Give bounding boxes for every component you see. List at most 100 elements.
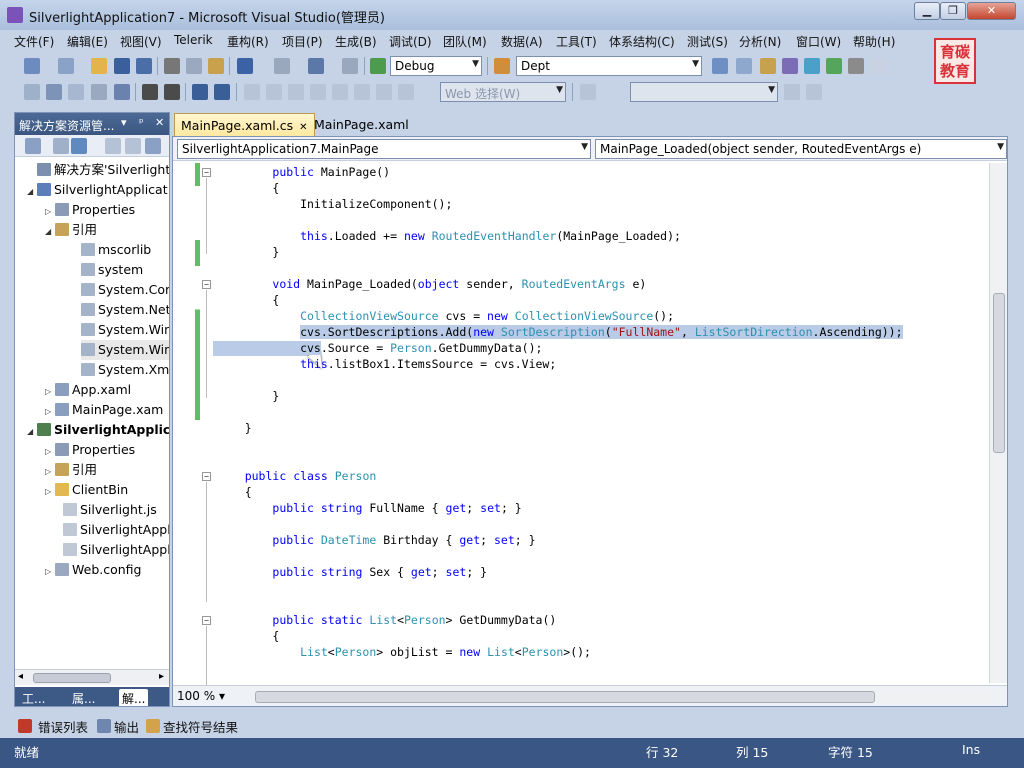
code-line[interactable]: List<Person> objList = new List<Person>(… — [217, 644, 591, 660]
member-combo[interactable]: MainPage_Loaded(object sender, RoutedEve… — [595, 139, 1007, 159]
tree-node-html-file[interactable]: SilverlightAppl — [63, 540, 169, 560]
code-line[interactable]: public MainPage() — [217, 164, 390, 180]
menu-file[interactable]: 文件(F) — [14, 33, 54, 50]
code-line[interactable]: public string Sex { get; set; } — [217, 564, 487, 580]
code-line[interactable]: public class Person — [217, 468, 377, 484]
code-line[interactable]: { — [217, 292, 279, 308]
tab-solution-explorer[interactable]: 解... — [119, 689, 149, 706]
prev-bookmark-icon[interactable] — [266, 84, 282, 100]
find-in-files-icon[interactable] — [494, 58, 510, 74]
close-panel-icon[interactable]: ✕ — [155, 116, 164, 129]
code-line[interactable]: public string FullName { get; set; } — [217, 500, 521, 516]
menu-telerik[interactable]: Telerik — [174, 33, 213, 47]
minimize-button[interactable]: ▁ — [914, 2, 940, 20]
new-project-icon[interactable] — [24, 58, 40, 74]
menu-refactor[interactable]: 重构(R) — [227, 33, 269, 50]
menu-data[interactable]: 数据(A) — [501, 33, 543, 50]
editor-vscrollbar[interactable] — [989, 163, 1007, 683]
save-icon[interactable] — [114, 58, 130, 74]
menu-help[interactable]: 帮助(H) — [853, 33, 895, 50]
tree-node-ref[interactable]: mscorlib — [81, 240, 151, 260]
code-line[interactable]: public DateTime Birthday { get; set; } — [217, 532, 535, 548]
code-line[interactable]: cvs.SortDescriptions.Add(new SortDescrip… — [217, 324, 903, 340]
scroll-thumb[interactable] — [33, 673, 111, 683]
paste-icon[interactable] — [208, 58, 224, 74]
menu-view[interactable]: 视图(V) — [120, 33, 162, 50]
menu-architecture[interactable]: 体系结构(C) — [609, 33, 675, 50]
solution-configuration-combo[interactable]: Debug ▼ — [390, 56, 482, 76]
tab-properties[interactable]: 属... — [69, 689, 98, 706]
tree-node-properties[interactable]: ▷ Properties — [45, 200, 135, 220]
menu-analyze[interactable]: 分析(N) — [739, 33, 781, 50]
tree-node-project[interactable]: ◢ SilverlightApplicat — [27, 180, 168, 200]
undo-icon[interactable] — [237, 58, 253, 74]
tab-toolbox[interactable]: 工... — [19, 689, 48, 706]
tree-node-solution[interactable]: 解决方案'SilverlightAp — [27, 160, 169, 180]
tree-node-ref[interactable]: System.Win — [81, 340, 169, 360]
code-line[interactable]: { — [217, 180, 279, 196]
prev-bookmark-doc-icon[interactable] — [354, 84, 370, 100]
code-area[interactable]: − − − − public MainPage() { InitializeCo… — [173, 163, 989, 686]
type-combo[interactable]: SilverlightApplication7.MainPage ▼ — [177, 139, 591, 159]
menu-project[interactable]: 项目(P) — [282, 33, 323, 50]
toolbox-icon[interactable] — [782, 58, 798, 74]
menu-edit[interactable]: 编辑(E) — [67, 33, 108, 50]
solution-hscrollbar[interactable]: ◂ ▸ — [15, 669, 169, 685]
menu-test[interactable]: 测试(S) — [687, 33, 728, 50]
code-line[interactable]: { — [217, 484, 252, 500]
web-selection-combo[interactable]: Web 选择(W) ▼ — [440, 82, 566, 102]
menu-tools[interactable]: 工具(T) — [556, 33, 597, 50]
decrease-indent-icon[interactable] — [142, 84, 158, 100]
code-line[interactable]: public static List<Person> GetDummyData(… — [217, 612, 556, 628]
clear-bookmarks-icon[interactable] — [398, 84, 414, 100]
menu-build[interactable]: 生成(B) — [335, 33, 377, 50]
menu-team[interactable]: 团队(M) — [443, 33, 487, 50]
copy-icon[interactable] — [186, 58, 202, 74]
view-class-diagram-icon[interactable] — [145, 138, 161, 154]
code-line[interactable]: } — [217, 388, 279, 404]
tree-node-web-config[interactable]: ▷ Web.config — [45, 560, 141, 580]
next-bookmark-folder-icon[interactable] — [332, 84, 348, 100]
tree-node-references[interactable]: ▷ 引用 — [45, 460, 97, 480]
increase-indent-icon[interactable] — [164, 84, 180, 100]
object-browser-icon[interactable] — [760, 58, 776, 74]
solution-explorer-icon[interactable] — [712, 58, 728, 74]
close-window-button[interactable]: ✕ — [967, 2, 1016, 20]
collapse-icon[interactable]: − — [202, 280, 211, 289]
tree-node-clientbin[interactable]: ▷ ClientBin — [45, 480, 128, 500]
maximize-button[interactable]: ❐ — [940, 2, 966, 20]
tree-node-web-project[interactable]: ◢ SilverlightApplic — [27, 420, 169, 440]
code-line[interactable]: CollectionViewSource cvs = new Collectio… — [217, 308, 674, 324]
tree-node-ref[interactable]: System.Net — [81, 300, 169, 320]
save-all-icon[interactable] — [136, 58, 152, 74]
add-item-icon[interactable] — [58, 58, 74, 74]
show-all-files-icon[interactable] — [53, 138, 69, 154]
view-designer-icon[interactable] — [125, 138, 141, 154]
format-icon[interactable] — [68, 84, 84, 100]
class-view-icon[interactable] — [24, 84, 40, 100]
menu-window[interactable]: 窗口(W) — [796, 33, 841, 50]
code-line[interactable]: void MainPage_Loaded(object sender, Rout… — [217, 276, 646, 292]
redo-icon[interactable] — [274, 58, 290, 74]
start-debugging-icon[interactable] — [370, 58, 386, 74]
tab-mainpage-xaml[interactable]: MainPage.xaml — [308, 113, 415, 136]
tab-mainpage-xaml-cs[interactable]: MainPage.xaml.cs ✕ — [174, 113, 315, 136]
bookmark-icon[interactable] — [244, 84, 260, 100]
zoom-combo[interactable]: 100 % ▾ — [177, 689, 225, 703]
collapse-icon[interactable]: − — [202, 472, 211, 481]
menu-debug[interactable]: 调试(D) — [389, 33, 432, 50]
tree-node-ref[interactable]: System.Xm — [81, 360, 169, 380]
collapse-icon[interactable]: − — [202, 616, 211, 625]
tree-node-mainpage-xaml[interactable]: ▷ MainPage.xam — [45, 400, 163, 420]
code-editor[interactable]: SilverlightApplication7.MainPage ▼ MainPa… — [172, 136, 1008, 707]
scroll-thumb[interactable] — [993, 293, 1005, 453]
scroll-right-icon[interactable]: ▸ — [159, 671, 164, 682]
tree-node-ref[interactable]: system — [81, 260, 143, 280]
tab-find-symbol-results[interactable]: 查找符号结果 — [163, 717, 238, 736]
collapse-icon[interactable]: − — [202, 168, 211, 177]
properties-icon[interactable] — [736, 58, 752, 74]
style-apply-icon[interactable] — [784, 84, 800, 100]
style-combo[interactable]: ▼ — [630, 82, 778, 102]
refresh-icon[interactable] — [71, 138, 87, 154]
start-page-icon[interactable] — [804, 58, 820, 74]
